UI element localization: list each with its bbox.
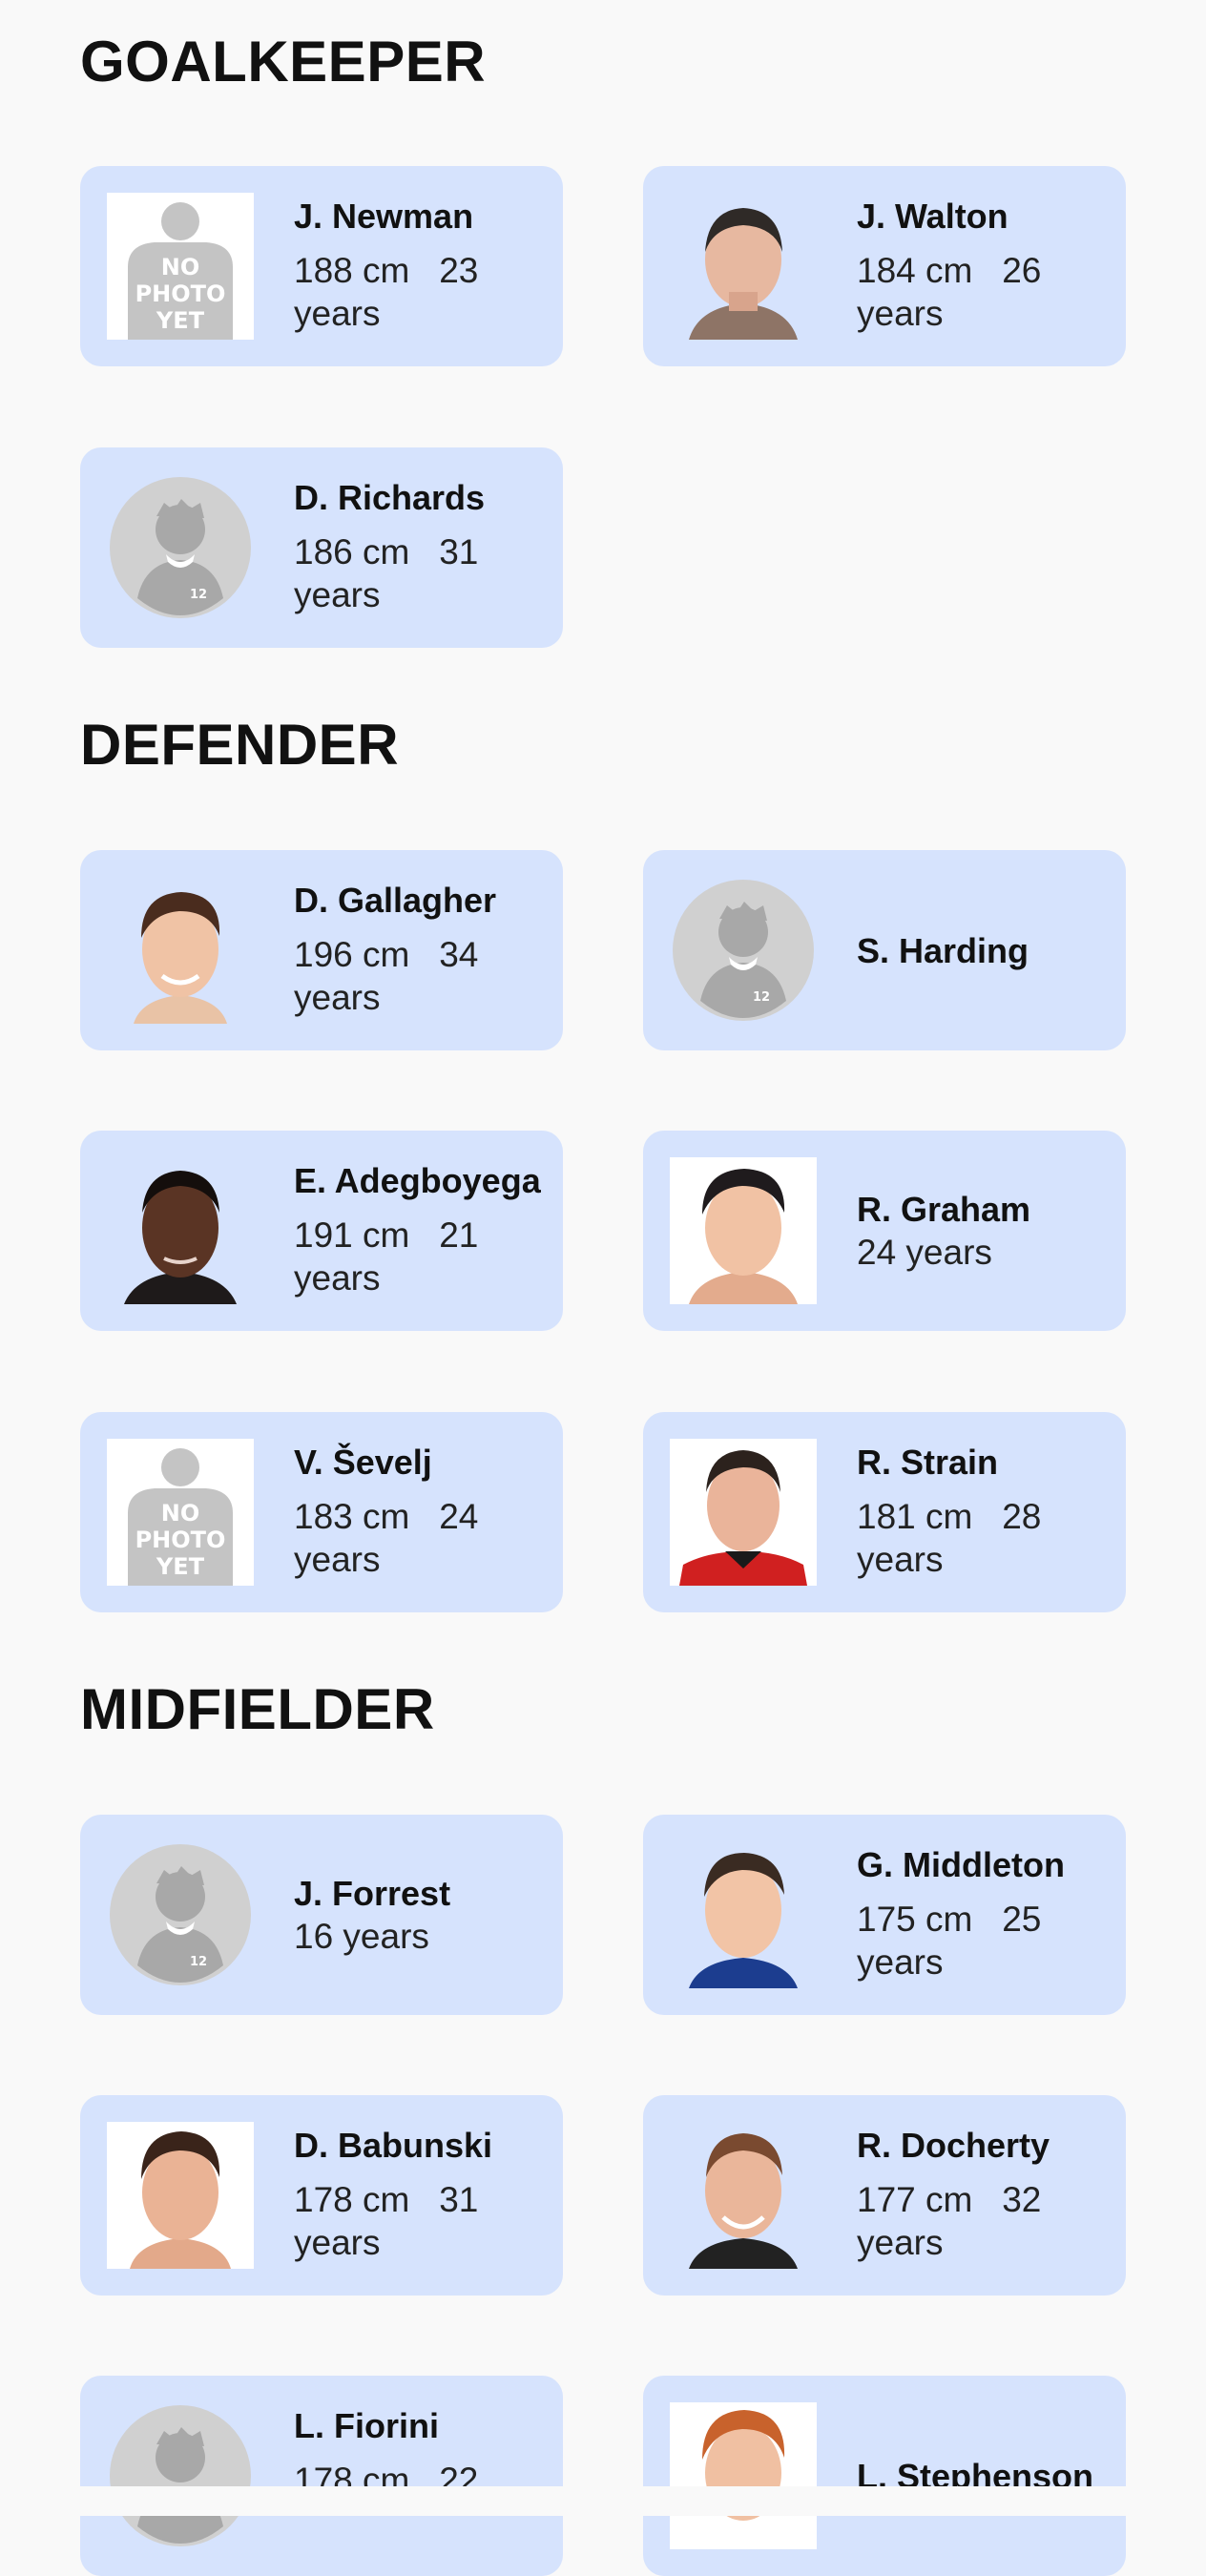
- player-card[interactable]: E. Adegboyega 191 cm 21 years: [80, 1131, 563, 1331]
- player-name: D. Richards: [294, 478, 486, 517]
- section-title-defender: DEFENDER: [80, 713, 400, 777]
- player-photo: [107, 877, 254, 1024]
- player-photo: [670, 193, 817, 340]
- viewport-bottom-edge: [0, 2486, 1206, 2516]
- player-meta: 178 cm 31 years: [294, 2180, 479, 2262]
- player-card[interactable]: NO PHOTO YET J. Newman 188 cm 23 years: [80, 166, 563, 366]
- player-meta: 184 cm 26 years: [857, 251, 1042, 333]
- player-card[interactable]: D. Gallagher 196 cm 34 years: [80, 850, 563, 1050]
- player-name: D. Gallagher: [294, 881, 497, 920]
- player-meta: 177 cm 32 years: [857, 2180, 1042, 2262]
- no-photo-icon: NO PHOTO YET: [107, 193, 254, 340]
- player-card[interactable]: G. Middleton 175 cm 25 years: [643, 1815, 1126, 2015]
- player-photo: [107, 1157, 254, 1304]
- player-name: J. Newman: [294, 197, 474, 236]
- player-card[interactable]: R. Strain 181 cm 28 years: [643, 1412, 1126, 1612]
- svg-text:NO: NO: [161, 254, 200, 280]
- avatar-placeholder-icon: 12: [107, 1841, 254, 1988]
- svg-text:12: 12: [190, 588, 207, 602]
- player-meta: 181 cm 28 years: [857, 1497, 1042, 1579]
- player-photo: [670, 1841, 817, 1988]
- player-meta: 175 cm 25 years: [857, 1900, 1042, 1982]
- svg-text:12: 12: [753, 990, 770, 1005]
- avatar-placeholder-icon: 12: [107, 474, 254, 621]
- player-name: J. Forrest: [294, 1874, 451, 1913]
- player-meta: 24 years: [857, 1233, 992, 1272]
- player-name: J. Walton: [857, 197, 1008, 236]
- player-card[interactable]: L. Stephenson: [643, 2376, 1126, 2576]
- svg-text:12: 12: [190, 1955, 207, 1969]
- player-meta: 183 cm 24 years: [294, 1497, 479, 1579]
- player-name: L. Fiorini: [294, 2406, 439, 2445]
- player-meta: 191 cm 21 years: [294, 1215, 479, 1298]
- player-photo: [107, 2122, 254, 2269]
- svg-text:NO: NO: [161, 1500, 200, 1527]
- player-name: D. Babunski: [294, 2126, 493, 2165]
- player-photo: [670, 1157, 817, 1304]
- player-meta: 196 cm 34 years: [294, 935, 479, 1017]
- player-card[interactable]: D. Babunski 178 cm 31 years: [80, 2095, 563, 2296]
- svg-text:YET: YET: [156, 1553, 205, 1580]
- player-card[interactable]: L. Fiorini 178 cm 22: [80, 2376, 563, 2576]
- player-name: G. Middleton: [857, 1845, 1065, 1884]
- svg-text:PHOTO: PHOTO: [135, 280, 226, 307]
- avatar-placeholder-icon: [107, 2402, 254, 2549]
- player-card[interactable]: 12 S. Harding: [643, 850, 1126, 1050]
- section-title-midfielder: MIDFIELDER: [80, 1677, 435, 1741]
- player-card[interactable]: J. Walton 184 cm 26 years: [643, 166, 1126, 366]
- player-meta: 188 cm 23 years: [294, 251, 479, 333]
- player-card[interactable]: R. Docherty 177 cm 32 years: [643, 2095, 1126, 2296]
- player-card[interactable]: 12 J. Forrest 16 years: [80, 1815, 563, 2015]
- player-name: E. Adegboyega: [294, 1161, 541, 1200]
- player-card[interactable]: NO PHOTO YET V. Ševelj 183 cm 24 years: [80, 1412, 563, 1612]
- player-card[interactable]: R. Graham 24 years: [643, 1131, 1126, 1331]
- svg-text:PHOTO: PHOTO: [135, 1527, 226, 1553]
- section-title-goalkeeper: GOALKEEPER: [80, 30, 487, 93]
- player-name: V. Ševelj: [294, 1443, 432, 1482]
- player-photo: [670, 2402, 817, 2549]
- player-name: R. Docherty: [857, 2126, 1050, 2165]
- svg-text:YET: YET: [156, 307, 205, 334]
- player-name: R. Graham: [857, 1190, 1031, 1229]
- player-meta: 16 years: [294, 1917, 429, 1956]
- player-name: S. Harding: [857, 930, 1029, 970]
- player-photo: [670, 1439, 817, 1586]
- avatar-placeholder-icon: 12: [670, 877, 817, 1024]
- player-photo: [670, 2122, 817, 2269]
- player-card[interactable]: 12 D. Richards 186 cm 31 years: [80, 447, 563, 648]
- no-photo-icon: NO PHOTO YET: [107, 1439, 254, 1586]
- player-name: R. Strain: [857, 1443, 999, 1482]
- player-meta: 186 cm 31 years: [294, 532, 479, 614]
